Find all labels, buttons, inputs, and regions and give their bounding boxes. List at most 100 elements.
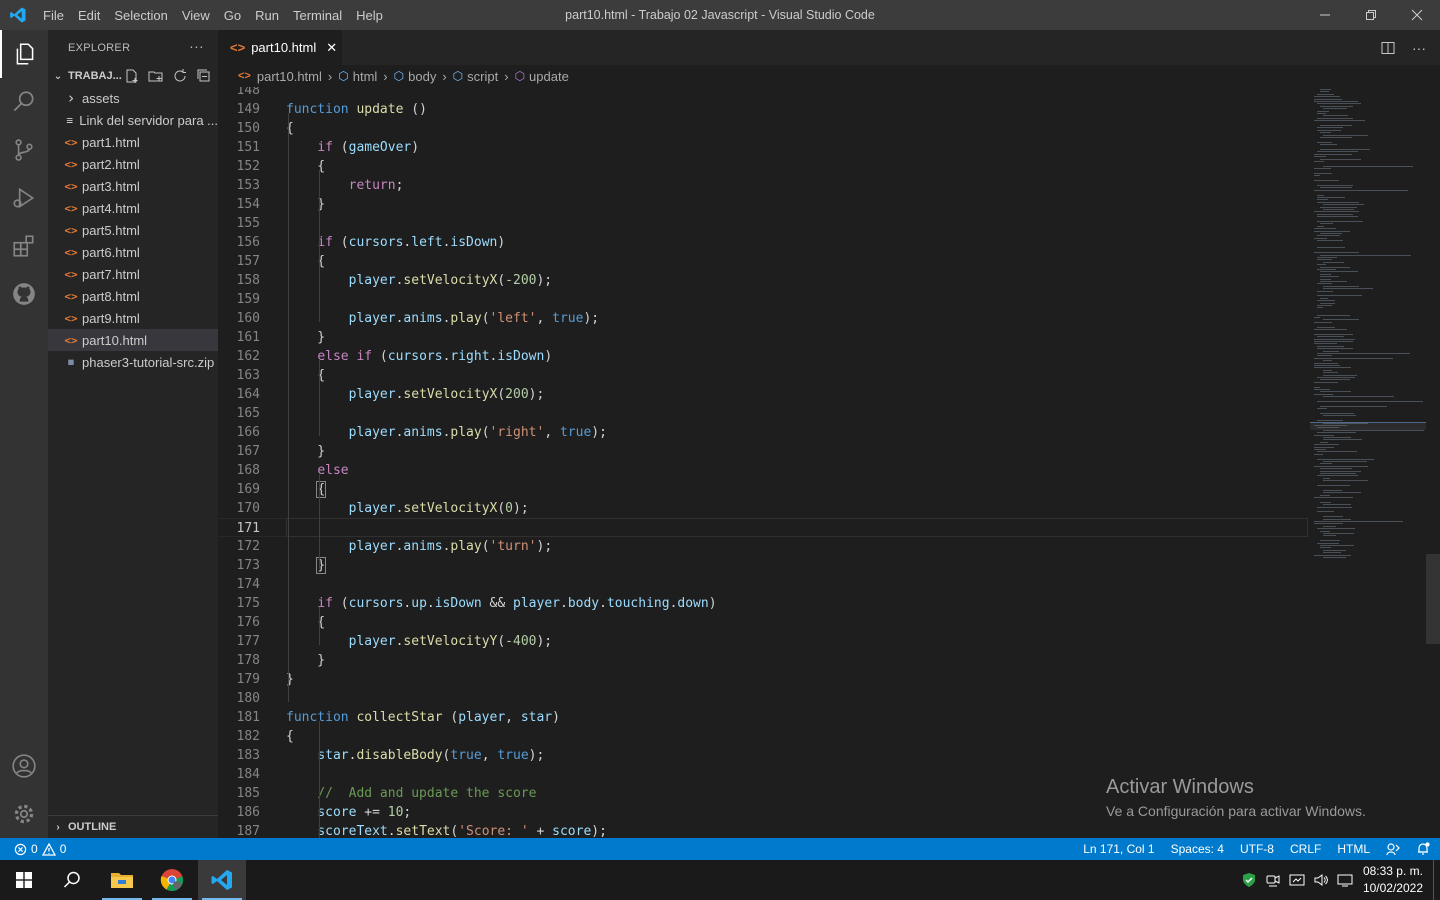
minimap[interactable] (1310, 87, 1426, 838)
code-line[interactable]: 182 { (218, 727, 1308, 746)
code-line[interactable]: 178 } (218, 651, 1308, 670)
code-line[interactable]: 158 player.setVelocityX(-200); (218, 271, 1308, 290)
restore-button[interactable] (1348, 0, 1394, 30)
taskbar-chrome[interactable] (148, 860, 196, 900)
breadcrumb-file[interactable]: <> part10.html (238, 69, 322, 84)
encoding[interactable]: UTF-8 (1240, 842, 1274, 856)
code-line[interactable]: 179} (218, 670, 1308, 689)
tree-item[interactable]: <> part5.html (48, 219, 218, 241)
menu-file[interactable]: File (36, 8, 71, 23)
tree-item[interactable]: <> part4.html (48, 197, 218, 219)
accounts-icon[interactable] (0, 742, 48, 790)
tree-item[interactable]: ▪ phaser3-tutorial-src.zip (48, 351, 218, 373)
split-editor-icon[interactable] (1380, 40, 1396, 56)
code-line[interactable]: 153 return; (218, 176, 1308, 195)
code-line[interactable]: 168 else (218, 461, 1308, 480)
menu-edit[interactable]: Edit (71, 8, 107, 23)
code-editor[interactable]: 148 149 function update () 150{151 if (game… (218, 87, 1440, 838)
explorer-icon[interactable] (0, 30, 48, 78)
code-line[interactable]: 166 player.anims.play('right', true); (218, 423, 1308, 442)
source-control-icon[interactable] (0, 126, 48, 174)
run-debug-icon[interactable] (0, 174, 48, 222)
code-line[interactable]: 148 (218, 87, 1308, 100)
meet-now-icon[interactable] (1265, 872, 1281, 888)
vscode-logo-icon[interactable] (0, 0, 36, 30)
display-icon[interactable] (1337, 872, 1353, 888)
code-line[interactable]: 167 } (218, 442, 1308, 461)
code-line[interactable]: 171 (218, 518, 1308, 537)
more-editor-actions-icon[interactable]: ··· (1412, 40, 1426, 56)
code-line[interactable]: 157 { (218, 252, 1308, 271)
network-icon[interactable] (1289, 872, 1305, 888)
breadcrumb-body[interactable]: ⬡ body (394, 69, 437, 84)
menu-go[interactable]: Go (217, 8, 248, 23)
menu-terminal[interactable]: Terminal (286, 8, 349, 23)
breadcrumb-script[interactable]: ⬡ script (453, 69, 499, 84)
end-of-line[interactable]: CRLF (1290, 842, 1321, 856)
new-folder-icon[interactable] (148, 68, 164, 84)
code-line[interactable]: 152 { (218, 157, 1308, 176)
code-line[interactable]: 163 { (218, 366, 1308, 385)
code-line[interactable]: 174 (218, 575, 1308, 594)
code-line[interactable]: 156 if (cursors.left.isDown) (218, 233, 1308, 252)
minimap-slider[interactable] (1310, 422, 1426, 430)
extensions-icon[interactable] (0, 222, 48, 270)
breadcrumb-update[interactable]: ⬡ update (515, 69, 569, 84)
github-icon[interactable] (0, 270, 48, 318)
code-line[interactable]: 161 } (218, 328, 1308, 347)
tree-item[interactable]: <> part9.html (48, 307, 218, 329)
live-share-icon[interactable] (1386, 842, 1400, 856)
start-button[interactable] (0, 860, 48, 900)
code-line[interactable]: 183 star.disableBody(true, true); (218, 746, 1308, 765)
tree-item[interactable]: <> part2.html (48, 153, 218, 175)
code-line[interactable]: 154 } (218, 195, 1308, 214)
show-desktop-button[interactable] (1433, 860, 1440, 900)
outline-section-header[interactable]: › OUTLINE (48, 815, 218, 838)
tree-item[interactable]: <> part8.html (48, 285, 218, 307)
tree-item[interactable]: <> part6.html (48, 241, 218, 263)
code-line[interactable]: 164 player.setVelocityX(200); (218, 385, 1308, 404)
system-clock[interactable]: 08:33 p. m. 10/02/2022 (1363, 863, 1423, 897)
menu-help[interactable]: Help (349, 8, 390, 23)
code-line[interactable]: 177 player.setVelocityY(-400); (218, 632, 1308, 651)
editor-scrollbar[interactable] (1426, 87, 1440, 838)
taskbar-search-button[interactable] (48, 860, 96, 900)
code-line[interactable]: 176 { (218, 613, 1308, 632)
tree-item[interactable]: › assets (48, 87, 218, 109)
breadcrumb-html[interactable]: ⬡ html (338, 69, 377, 84)
code-line[interactable]: 155 (218, 214, 1308, 233)
code-line[interactable]: 173 } (218, 556, 1308, 575)
more-actions-icon[interactable]: ··· (189, 38, 204, 54)
tree-item[interactable]: <> part7.html (48, 263, 218, 285)
code-line[interactable]: 169 { (218, 480, 1308, 499)
taskbar-vscode[interactable] (198, 860, 246, 900)
volume-icon[interactable] (1313, 872, 1329, 888)
settings-gear-icon[interactable] (0, 790, 48, 838)
close-tab-icon[interactable]: ✕ (326, 40, 337, 56)
tree-item[interactable]: ≡ Link del servidor para ... (48, 109, 218, 131)
code-line[interactable]: 175 if (cursors.up.isDown && player.body… (218, 594, 1308, 613)
search-icon[interactable] (0, 78, 48, 126)
code-line[interactable]: 172 player.anims.play('turn'); (218, 537, 1308, 556)
code-line[interactable]: 159 (218, 290, 1308, 309)
code-line[interactable]: 151 if (gameOver) (218, 138, 1308, 157)
refresh-icon[interactable] (172, 68, 188, 84)
tree-item[interactable]: <> part10.html (48, 329, 218, 351)
menu-view[interactable]: View (175, 8, 217, 23)
notifications-bell-icon[interactable] (1416, 842, 1430, 856)
language-mode[interactable]: HTML (1337, 842, 1370, 856)
tab-part10-html[interactable]: <> part10.html ✕ (218, 30, 342, 65)
code-line[interactable]: 150{ (218, 119, 1308, 138)
close-window-button[interactable] (1394, 0, 1440, 30)
tree-item[interactable]: <> part3.html (48, 175, 218, 197)
code-line[interactable]: 170 player.setVelocityX(0); (218, 499, 1308, 518)
code-line[interactable]: 187 scoreText.setText('Score: ' + score)… (218, 822, 1308, 838)
code-line[interactable]: 180 (218, 689, 1308, 708)
code-line[interactable]: 181 function collectStar (player, star) (218, 708, 1308, 727)
problems-indicator[interactable]: 0 0 (14, 842, 66, 856)
code-line[interactable]: 149 function update () (218, 100, 1308, 119)
scrollbar-thumb[interactable] (1426, 554, 1440, 644)
collapse-all-icon[interactable] (196, 68, 212, 84)
indentation[interactable]: Spaces: 4 (1171, 842, 1224, 856)
new-file-icon[interactable] (124, 68, 140, 84)
